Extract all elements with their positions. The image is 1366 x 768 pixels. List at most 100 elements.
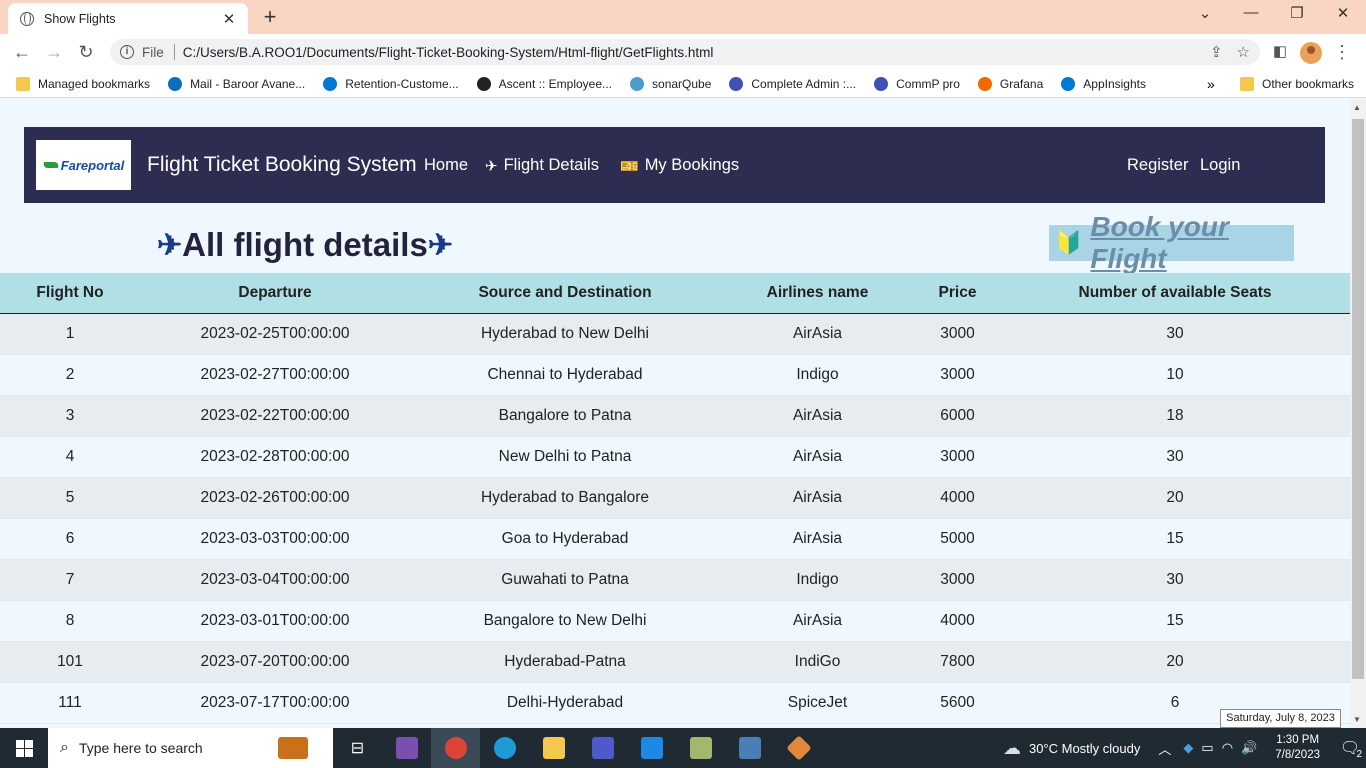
taskbar-teams[interactable] xyxy=(578,728,627,768)
bookmark-label: Mail - Baroor Avane... xyxy=(190,76,306,91)
taskbar-edge[interactable] xyxy=(480,728,529,768)
bookmark-item[interactable]: AppInsights xyxy=(1061,76,1146,91)
airplane-icon: ✈ xyxy=(485,157,498,175)
url-text[interactable]: C:/Users/B.A.ROO1/Documents/Flight-Ticke… xyxy=(183,45,1196,60)
tab-search-chevron-icon[interactable]: ⌄ xyxy=(1190,4,1220,22)
scroll-up-icon[interactable]: ▲ xyxy=(1353,103,1361,112)
table-cell: 20 xyxy=(1000,477,1350,519)
bookmark-item[interactable]: Complete Admin :... xyxy=(729,76,857,91)
address-bar[interactable]: i File C:/Users/B.A.ROO1/Documents/Fligh… xyxy=(110,39,1260,65)
task-view-button[interactable]: ⊟ xyxy=(333,728,382,768)
git-icon xyxy=(785,735,812,761)
logo[interactable]: Fareportal xyxy=(36,140,131,190)
bookmark-item[interactable]: sonarQube xyxy=(630,76,711,91)
taskbar-search[interactable]: ⌕ Type here to search xyxy=(48,728,253,768)
notification-count: 2 xyxy=(1356,749,1362,760)
divider xyxy=(173,44,175,60)
reload-button[interactable]: ↻ xyxy=(74,40,98,64)
table-cell: 2023-02-26T00:00:00 xyxy=(140,477,410,519)
taskbar-app-tools[interactable] xyxy=(676,728,725,768)
page-title: ✈ All flight details ✈ xyxy=(157,226,453,264)
column-header: Flight No xyxy=(0,273,140,314)
start-button[interactable] xyxy=(0,728,48,768)
site-navbar: Fareportal Flight Ticket Booking System … xyxy=(24,127,1325,203)
table-cell: 4 xyxy=(0,436,140,478)
taskbar-app-remote[interactable] xyxy=(725,728,774,768)
restore-button[interactable]: ❐ xyxy=(1282,4,1312,22)
taskbar-file-explorer[interactable] xyxy=(529,728,578,768)
book-flight-link-text[interactable]: Book your Flight xyxy=(1090,211,1294,275)
side-panel-icon[interactable]: ◧ xyxy=(1268,40,1292,64)
notification-button[interactable]: 🗨 2 xyxy=(1334,728,1366,768)
chrome-icon xyxy=(444,737,467,759)
airplane-icon: ✈ xyxy=(157,228,183,262)
bookmark-item[interactable]: Mail - Baroor Avane... xyxy=(168,76,306,91)
browser-tab[interactable]: Show Flights ✕ xyxy=(8,3,248,34)
battery-icon[interactable]: ▭ xyxy=(1201,740,1213,756)
table-cell: 1 xyxy=(0,313,140,355)
taskbar-chrome[interactable] xyxy=(431,728,480,768)
taskbar-vscode[interactable] xyxy=(627,728,676,768)
table-row: 5 2023-02-26T00:00:00 Hyderabad to Bangalo… xyxy=(0,477,1350,519)
table-cell: Hyderabad-Patna xyxy=(410,641,720,683)
table-cell: Indigo xyxy=(720,559,915,601)
other-bookmarks[interactable]: Other bookmarks xyxy=(1240,76,1354,91)
briefcase-widget[interactable] xyxy=(253,728,333,768)
scroll-thumb[interactable] xyxy=(1352,119,1364,679)
table-row: 111 2023-07-17T00:00:00 Delhi-Hyderabad Spi… xyxy=(0,682,1350,724)
page-scrollbar[interactable]: ▲ ▼ xyxy=(1350,99,1366,728)
table-cell: 2023-03-04T00:00:00 xyxy=(140,559,410,601)
check-icon xyxy=(874,76,889,91)
minimize-button[interactable]: — xyxy=(1236,4,1266,21)
nav-my-bookings[interactable]: 🎫 My Bookings xyxy=(620,156,739,175)
table-cell: 2023-02-28T00:00:00 xyxy=(140,436,410,478)
table-row: 6 2023-03-03T00:00:00 Goa to Hyderabad AirA… xyxy=(0,518,1350,560)
clock[interactable]: 1:30 PM 7/8/2023 xyxy=(1275,733,1320,763)
nav-register[interactable]: Register xyxy=(1127,156,1188,175)
bookmark-item[interactable]: Retention-Custome... xyxy=(323,76,459,91)
table-cell: 15 xyxy=(1000,600,1350,642)
table-cell: 3000 xyxy=(915,354,1000,396)
weather-text[interactable]: 30°C Mostly cloudy xyxy=(1029,741,1140,756)
table-cell: 7 xyxy=(0,559,140,601)
taskbar-app-git[interactable] xyxy=(774,728,823,768)
info-icon[interactable]: i xyxy=(120,45,134,59)
nav-home[interactable]: Home xyxy=(424,156,468,175)
security-icon[interactable]: ◆ xyxy=(1183,740,1193,756)
bookmark-item[interactable]: CommP pro xyxy=(874,76,960,91)
volume-icon[interactable]: 🔊 xyxy=(1241,740,1257,756)
taskbar-visual-studio[interactable] xyxy=(382,728,431,768)
table-cell: 2023-03-01T00:00:00 xyxy=(140,600,410,642)
table-cell: Bangalore to Patna xyxy=(410,395,720,437)
table-cell: 3000 xyxy=(915,436,1000,478)
beginner-badge-icon: 🔰 xyxy=(1055,230,1083,255)
nav-register-label: Register xyxy=(1127,156,1189,174)
book-flight-link[interactable]: 🔰 Book your Flight xyxy=(1049,211,1294,274)
bookmarks-overflow-button[interactable]: » xyxy=(1207,76,1215,92)
chevron-up-icon[interactable]: ︿ xyxy=(1158,739,1171,758)
avatar[interactable] xyxy=(1300,42,1322,64)
menu-icon[interactable]: ⋮ xyxy=(1330,40,1354,64)
nav-login[interactable]: Login xyxy=(1200,156,1240,175)
forward-button[interactable]: → xyxy=(42,40,66,64)
table-cell: 3000 xyxy=(915,559,1000,601)
table-cell: 3 xyxy=(0,395,140,437)
back-button[interactable]: ← xyxy=(10,40,34,64)
column-header: Source and Destination xyxy=(410,273,720,314)
site-brand[interactable]: Flight Ticket Booking System xyxy=(147,153,417,177)
bookmark-item[interactable]: Managed bookmarks xyxy=(16,76,150,91)
bookmark-item[interactable]: Ascent :: Employee... xyxy=(476,76,612,91)
close-window-button[interactable]: ✕ xyxy=(1328,4,1358,22)
table-cell: Bangalore to New Delhi xyxy=(410,600,720,642)
new-tab-button[interactable]: + xyxy=(258,4,282,30)
close-tab-icon[interactable]: ✕ xyxy=(220,10,238,28)
nav-flight-details[interactable]: ✈ Flight Details xyxy=(485,156,599,175)
scroll-down-icon[interactable]: ▼ xyxy=(1353,715,1361,724)
bookmark-label: Complete Admin :... xyxy=(751,76,857,91)
table-cell: 3000 xyxy=(915,313,1000,355)
clock-date: 7/8/2023 xyxy=(1275,749,1320,761)
star-icon[interactable]: ☆ xyxy=(1237,43,1250,61)
wifi-icon[interactable]: ◠ xyxy=(1222,740,1233,756)
share-icon[interactable]: ⇪ xyxy=(1210,43,1223,61)
bookmark-item[interactable]: Grafana xyxy=(977,76,1043,91)
